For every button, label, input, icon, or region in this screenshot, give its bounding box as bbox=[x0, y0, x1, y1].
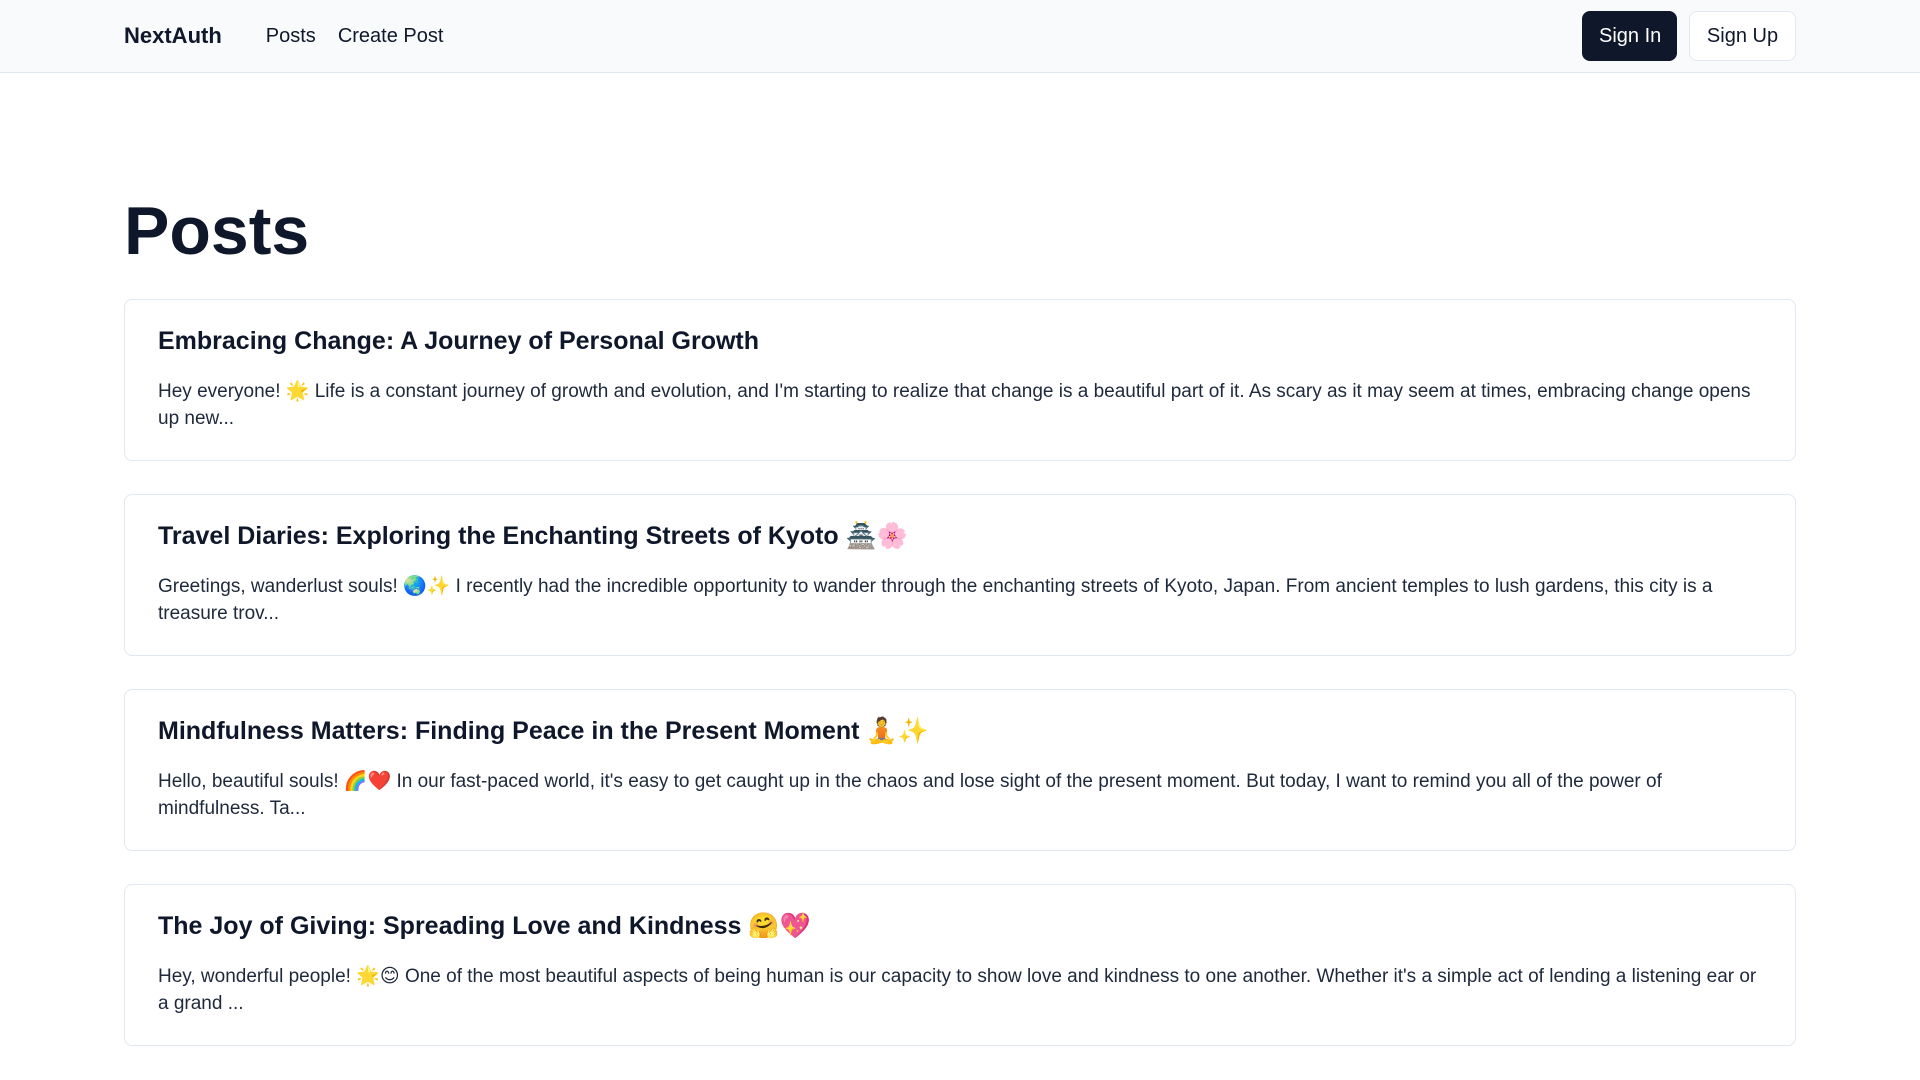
top-navbar: NextAuth Posts Create Post Sign In Sign … bbox=[0, 0, 1920, 73]
main-nav: Posts Create Post bbox=[266, 25, 444, 48]
post-title[interactable]: Travel Diaries: Exploring the Enchanting… bbox=[158, 520, 1762, 553]
brand-logo[interactable]: NextAuth bbox=[124, 23, 222, 49]
post-title[interactable]: The Joy of Giving: Spreading Love and Ki… bbox=[158, 910, 1762, 943]
nav-link-posts[interactable]: Posts bbox=[266, 25, 316, 48]
sign-up-button[interactable]: Sign Up bbox=[1689, 11, 1796, 61]
post-excerpt: Greetings, wanderlust souls! 🌏✨ I recent… bbox=[158, 575, 1713, 625]
page-title: Posts bbox=[124, 193, 310, 269]
post-card[interactable]: Travel Diaries: Exploring the Enchanting… bbox=[124, 494, 1796, 656]
post-title[interactable]: Mindfulness Matters: Finding Peace in th… bbox=[158, 715, 1762, 748]
nav-link-create-post[interactable]: Create Post bbox=[338, 25, 444, 48]
post-card[interactable]: Mindfulness Matters: Finding Peace in th… bbox=[124, 689, 1796, 851]
post-excerpt: Hey everyone! 🌟 Life is a constant journ… bbox=[158, 380, 1751, 430]
main-content: Posts Embracing Change: A Journey of Per… bbox=[0, 73, 1920, 1046]
sign-in-button[interactable]: Sign In bbox=[1582, 11, 1677, 61]
post-card[interactable]: Embracing Change: A Journey of Personal … bbox=[124, 299, 1796, 461]
post-title[interactable]: Embracing Change: A Journey of Personal … bbox=[158, 325, 1762, 358]
auth-actions: Sign In Sign Up bbox=[1582, 11, 1796, 61]
post-excerpt: Hey, wonderful people! 🌟😊 One of the mos… bbox=[158, 965, 1757, 1015]
posts-list: Embracing Change: A Journey of Personal … bbox=[124, 299, 1796, 1046]
post-card[interactable]: The Joy of Giving: Spreading Love and Ki… bbox=[124, 884, 1796, 1046]
post-excerpt: Hello, beautiful souls! 🌈❤️ In our fast-… bbox=[158, 770, 1662, 820]
